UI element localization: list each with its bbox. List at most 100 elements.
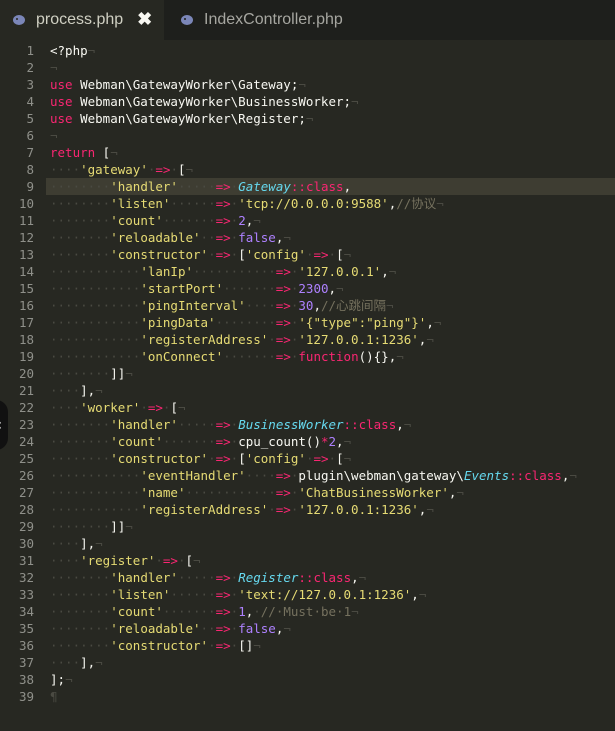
code-token: ········ <box>50 519 111 534</box>
code-line[interactable]: ¬ <box>46 127 58 144</box>
code-token: 'listen' <box>110 587 171 602</box>
code-token: ···· <box>50 383 81 398</box>
code-token: ········ <box>50 417 111 432</box>
code-line[interactable]: ····],¬ <box>46 382 103 399</box>
code-line[interactable]: use Webman\GatewayWorker\BusinessWorker;… <box>46 93 359 110</box>
code-token: 1 <box>238 604 246 619</box>
code-line[interactable]: ········'handler'·····=>·BusinessWorker:… <box>46 416 411 433</box>
code-line[interactable]: ············'name'············=>·'ChatBu… <box>46 484 464 501</box>
code-line[interactable]: <?php¬ <box>46 42 95 59</box>
code-line[interactable]: ];¬ <box>46 671 73 688</box>
code-token: · <box>253 604 261 619</box>
code-line[interactable]: ········'reloadable'··=>·false,¬ <box>46 620 291 637</box>
code-line[interactable]: ········'listen'······=>·'tcp://0.0.0.0:… <box>46 195 444 212</box>
code-token: => <box>275 332 291 347</box>
code-line[interactable]: ¶ <box>46 688 58 705</box>
code-editor[interactable]: 1 2 3 4 5 6 7 8 9 10 11 12 13 14 15 16 17 18 19 20 21 22 23 24 2… <box>0 40 615 731</box>
line-number: 3 <box>26 77 34 92</box>
code-token: => <box>215 621 231 636</box>
code-line[interactable]: ········'count'·······=>·1,·//·Must·be·1… <box>46 603 359 620</box>
line-number: 17 <box>18 315 34 330</box>
code-token: , <box>426 315 434 330</box>
code-line[interactable]: return [¬ <box>46 144 118 161</box>
code-token: ············ <box>50 485 141 500</box>
code-token: ············ <box>185 485 276 500</box>
code-line[interactable]: ············'pingInterval'····=>·30,//心跳… <box>46 297 394 314</box>
code-token: ········ <box>50 451 111 466</box>
code-line[interactable]: ········'count'·······=>·cpu_count()*2,¬ <box>46 433 351 450</box>
code-line[interactable]: ····'register'·=>·[¬ <box>46 552 201 569</box>
code-token: ¬ <box>343 434 352 449</box>
code-line[interactable]: ········'reloadable'··=>·false,¬ <box>46 229 291 246</box>
code-token: ¬ <box>87 43 96 58</box>
code-line[interactable]: ····'worker'·=>·[¬ <box>46 399 186 416</box>
code-token: ¬ <box>358 570 367 585</box>
code-line[interactable]: ············'startPort'·······=>·2300,¬ <box>46 280 344 297</box>
code-line[interactable]: ¬ <box>46 59 58 76</box>
code-token: => <box>147 400 163 415</box>
code-token: , <box>313 298 321 313</box>
code-token: 'lanIp' <box>140 264 193 279</box>
code-line[interactable]: ········'listen'······=>·'text://127.0.0… <box>46 586 426 603</box>
code-token: => <box>215 570 231 585</box>
code-token: ], <box>80 536 96 551</box>
code-line[interactable]: ········'constructor'·=>·['config'·=>·[¬ <box>46 450 351 467</box>
collapse-sidebar-handle[interactable]: ‹ <box>0 400 8 450</box>
tab-bar: process.php ✖ IndexController.php <box>0 0 615 40</box>
code-token: [ <box>238 451 246 466</box>
close-tab-icon[interactable]: ✖ <box>137 9 152 30</box>
code-token: [ <box>185 553 194 568</box>
code-token: ¬ <box>185 162 194 177</box>
code-line[interactable]: ········'constructor'·=>·[]¬ <box>46 637 261 654</box>
code-line[interactable]: ············'lanIp'···········=>·'127.0.… <box>46 263 396 280</box>
tab-indexcontroller-php[interactable]: IndexController.php <box>164 0 364 40</box>
line-number: 4 <box>26 94 34 109</box>
code-line[interactable]: ········]]¬ <box>46 518 133 535</box>
line-number: 34 <box>18 604 34 619</box>
code-token: => <box>275 298 291 313</box>
code-line[interactable]: ····],¬ <box>46 654 103 671</box>
code-token: ····· <box>177 179 216 194</box>
code-token: => <box>215 638 231 653</box>
line-number: 5 <box>26 111 34 126</box>
code-line[interactable]: ········'handler'·····=>·Gateway::class, <box>46 178 615 195</box>
code-token: Webman\GatewayWorker\Register; <box>72 111 306 126</box>
code-token: ¬ <box>456 485 464 500</box>
code-token: :: <box>290 179 306 194</box>
code-line[interactable]: ············'onConnect'·······=>·functio… <box>46 348 404 365</box>
tab-label: process.php <box>36 10 124 28</box>
code-token: 'pingData' <box>140 315 216 330</box>
code-token: ······· <box>223 281 276 296</box>
code-token: ········ <box>50 570 111 585</box>
code-line[interactable]: ········'handler'·····=>·Register::class… <box>46 569 366 586</box>
line-number: 37 <box>18 655 34 670</box>
code-line[interactable]: ············'pingData'········=>·'{"type… <box>46 314 441 331</box>
code-line[interactable]: ········]]¬ <box>46 365 133 382</box>
code-line[interactable]: ············'registerAddress'·=>·'127.0.… <box>46 331 434 348</box>
code-line[interactable]: ········'count'·······=>·2,¬ <box>46 212 261 229</box>
code-token: 2 <box>328 434 337 449</box>
code-token: [ <box>170 400 178 415</box>
code-token: ]; <box>50 672 66 687</box>
code-line[interactable]: ····],¬ <box>46 535 103 552</box>
code-token: ¬ <box>386 298 394 313</box>
code-line[interactable]: ············'eventHandler'····=>·plugin\… <box>46 467 577 484</box>
code-token: => <box>215 247 231 262</box>
code-line[interactable]: ····'gateway'·=>·[¬ <box>46 161 193 178</box>
code-token: 'name' <box>140 485 186 500</box>
code-token: '{"type":"ping"}' <box>298 315 427 330</box>
code-token: ¬ <box>95 536 103 551</box>
code-line[interactable]: ········'constructor'·=>·['config'·=>·[¬ <box>46 246 351 263</box>
code-line[interactable]: ············'registerAddress'·=>·'127.0.… <box>46 501 434 518</box>
code-line[interactable]: use Webman\GatewayWorker\Gateway;¬ <box>46 76 306 93</box>
code-token: => <box>275 264 291 279</box>
line-number: 8 <box>26 162 34 177</box>
code-line[interactable]: use Webman\GatewayWorker\Register;¬ <box>46 110 313 127</box>
code-token: * <box>320 434 329 449</box>
code-token: '127.0.0.1:1236' <box>298 332 419 347</box>
code-area[interactable]: <?php¬ ¬ use Webman\GatewayWorker\Gateway;… <box>46 40 615 731</box>
code-token: · <box>208 638 216 653</box>
code-token: ········ <box>50 434 111 449</box>
tab-process-php[interactable]: process.php ✖ <box>0 0 164 40</box>
code-token: ¬ <box>298 77 306 92</box>
